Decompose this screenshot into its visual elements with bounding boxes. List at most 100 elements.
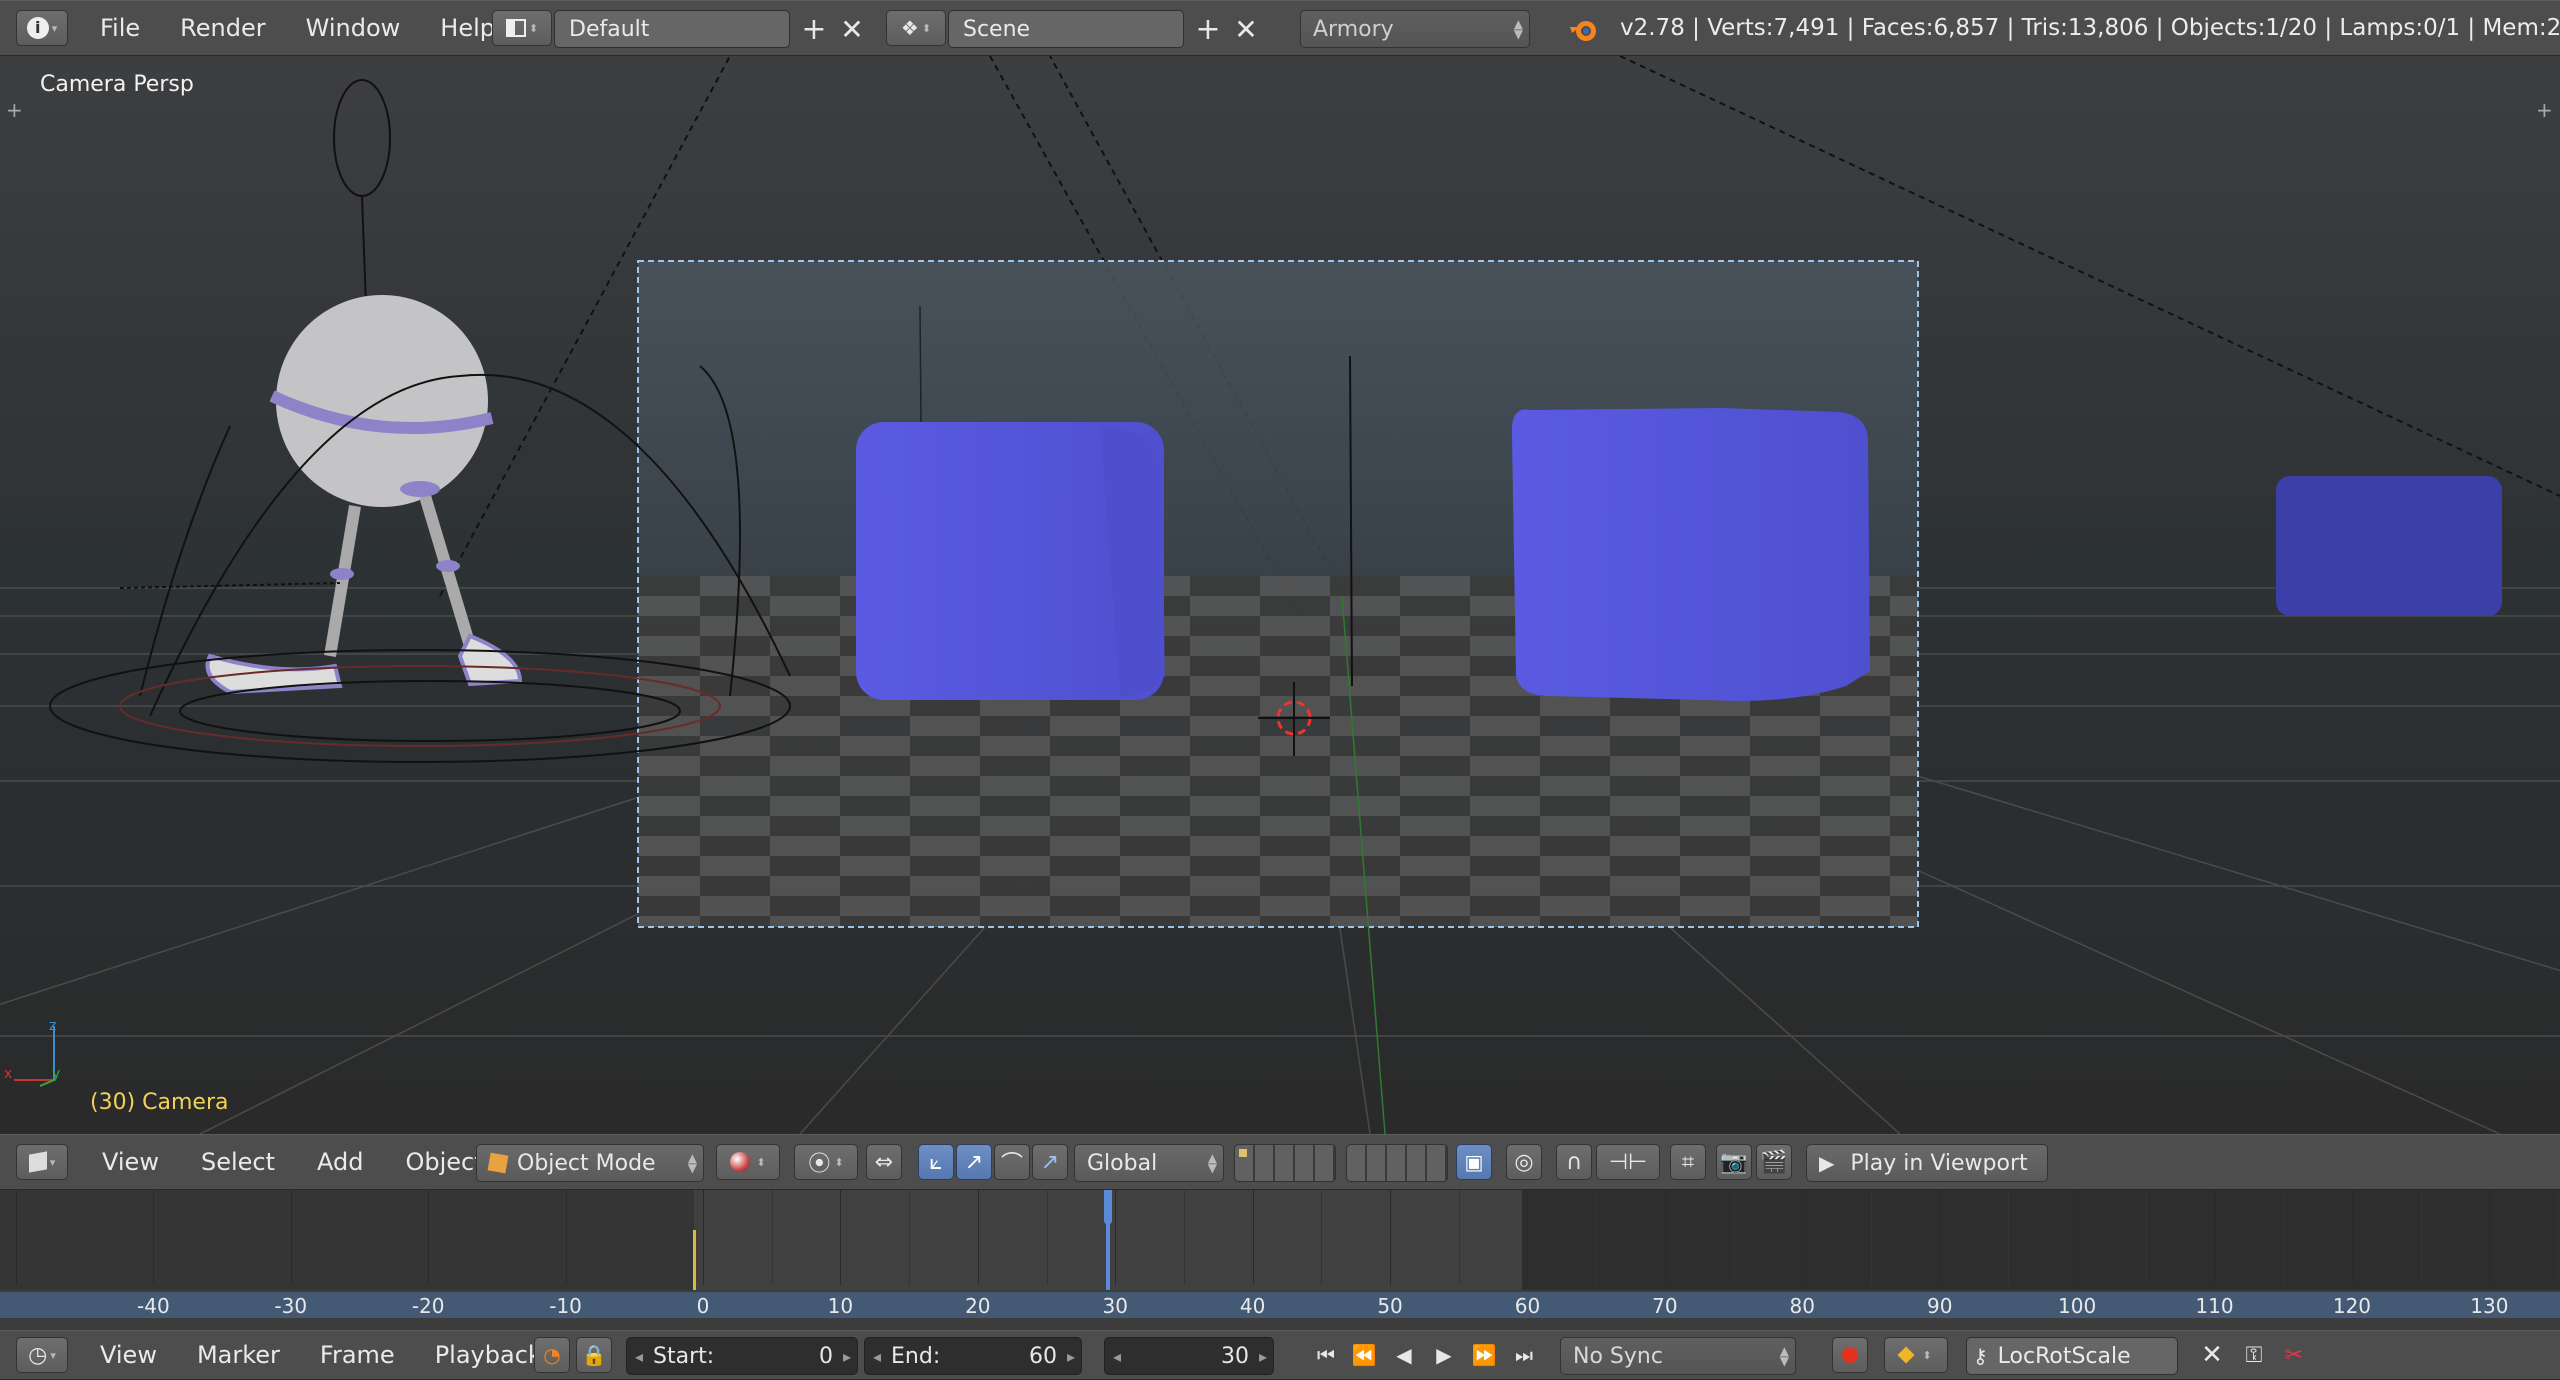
jump-start-icon: ⏮ — [1317, 1343, 1335, 1367]
timeline-area[interactable]: -40 -30 -20 -10 0 10 20 30 40 50 60 70 80 90 100 110 120… — [0, 1190, 2560, 1330]
start-frame-label: Start: — [653, 1343, 715, 1369]
keying-mode-dropdown[interactable]: ⬍ — [1884, 1337, 1948, 1373]
jump-to-end-button[interactable]: ⏭ — [1506, 1337, 1542, 1373]
timeline-tick — [2077, 1190, 2079, 1285]
chevron-right-icon: ▸ — [1066, 1346, 1075, 1366]
axis-label-y: y — [52, 1066, 61, 1082]
viewport-expand-left[interactable]: + — [6, 98, 23, 122]
cube-far — [2276, 476, 2502, 616]
start-frame-field[interactable]: ◂ Start: 0 ▸ — [626, 1337, 858, 1375]
onion-skin-button[interactable]: ⌗ — [1670, 1144, 1706, 1180]
pivot-icon: ⦿ — [808, 1152, 831, 1177]
jump-next-keyframe-button[interactable]: ⏩ — [1466, 1337, 1502, 1373]
menu-window[interactable]: Window — [306, 14, 401, 42]
timeline-tick — [1252, 1190, 1254, 1285]
keying-set-field[interactable]: ⚷ LocRotScale — [1966, 1337, 2178, 1375]
current-frame-indicator-tip — [1104, 1190, 1112, 1224]
play-button[interactable]: ▶ — [1426, 1337, 1462, 1373]
screen-layout-selector[interactable]: ⬍ — [492, 10, 552, 46]
menu-render[interactable]: Render — [180, 14, 265, 42]
menu-object[interactable]: Object — [405, 1148, 483, 1176]
3d-viewport[interactable]: Camera Persp + + (30) Camera x y z — [0, 56, 2560, 1134]
ruler-frame-number: -20 — [411, 1294, 445, 1318]
menu-playback[interactable]: Playback — [435, 1341, 542, 1369]
timeline-tick — [496, 1190, 498, 1285]
current-frame-field[interactable]: ◂ 30 ▸ — [1104, 1337, 1274, 1375]
rewind-icon: ⏪ — [1351, 1343, 1377, 1367]
jump-to-start-button[interactable]: ⏮ — [1308, 1337, 1344, 1373]
timeline-tick — [2420, 1190, 2422, 1285]
sync-mode-dropdown[interactable]: No Sync ▲ ▼ — [1560, 1337, 1796, 1375]
ruler-frame-number: 50 — [1377, 1294, 1403, 1318]
delete-screen-button[interactable]: ✕ — [834, 11, 870, 47]
scene-selector[interactable]: ❖ ⬍ — [886, 10, 946, 46]
timeline-tick — [153, 1190, 155, 1285]
timeline-tick — [1733, 1190, 1735, 1285]
viewport-shading-dropdown[interactable]: ⬍ — [716, 1144, 780, 1180]
ruler-frame-number: 40 — [1239, 1294, 1266, 1318]
menu-add[interactable]: Add — [317, 1148, 363, 1176]
timeline-tick — [1596, 1190, 1598, 1285]
snap-element-dropdown[interactable]: ⊣⊢ — [1596, 1144, 1660, 1180]
menu-view[interactable]: View — [102, 1148, 159, 1176]
record-icon — [1842, 1347, 1858, 1363]
plus-icon: + — [1195, 11, 1221, 47]
render-opengl-image-button[interactable]: 📷 — [1716, 1144, 1752, 1180]
rotate-manipulator-button[interactable]: ↗ — [956, 1144, 992, 1180]
manipulator-toggle-button[interactable]: ⇔ — [866, 1144, 902, 1180]
menu-file[interactable]: File — [100, 14, 140, 42]
editor-type-3dview-button[interactable]: ▾ — [16, 1144, 68, 1180]
add-scene-button[interactable]: + — [1190, 11, 1226, 47]
editor-type-timeline-button[interactable]: ◷ ▾ — [16, 1337, 68, 1373]
render-opengl-animation-button[interactable]: 🎬 — [1756, 1144, 1792, 1180]
interaction-mode-dropdown[interactable]: Object Mode ▲ ▼ — [476, 1144, 704, 1182]
layer-buttons-1[interactable] — [1234, 1144, 1336, 1182]
layer-buttons-2[interactable] — [1346, 1144, 1448, 1182]
manipulator-icon: ⇔ — [874, 1149, 894, 1175]
play-reverse-icon: ◀ — [1396, 1343, 1412, 1367]
editor-type-info-button[interactable]: i ▾ — [16, 10, 68, 46]
timeline-tick — [222, 1190, 224, 1285]
lock-time-range-button[interactable]: 🔒 — [576, 1337, 612, 1373]
delete-scene-button[interactable]: ✕ — [1228, 11, 1264, 47]
scene-field[interactable]: Scene — [948, 10, 1184, 48]
auto-keying-button[interactable] — [1832, 1337, 1868, 1373]
info-icon: i — [26, 17, 49, 39]
transform-orientation-dropdown[interactable]: Global ▲ ▼ — [1074, 1144, 1224, 1182]
snap-toggle-button[interactable]: ∩ — [1556, 1144, 1592, 1180]
translate-manipulator-button[interactable]: ⟀ — [918, 1144, 954, 1180]
shading-sphere-icon — [730, 1152, 751, 1172]
lock-camera-layers-button[interactable]: ▣ — [1456, 1144, 1492, 1180]
play-in-viewport-button[interactable]: ▶ Play in Viewport — [1806, 1144, 2048, 1182]
jump-end-icon: ⏭ — [1515, 1343, 1533, 1367]
play-reverse-button[interactable]: ◀ — [1386, 1337, 1422, 1373]
jump-prev-keyframe-button[interactable]: ⏪ — [1346, 1337, 1382, 1373]
menu-marker[interactable]: Marker — [197, 1341, 280, 1369]
proportional-edit-button[interactable]: ◎ — [1506, 1144, 1542, 1180]
timeline-header: ◷ ▾ View Marker Frame Playback ◔ 🔒 ◂ Sta… — [0, 1330, 2560, 1380]
start-frame-value: 0 — [818, 1343, 833, 1369]
insert-keyframe-button[interactable]: ⚿ — [2236, 1337, 2272, 1373]
menu-help[interactable]: Help — [440, 14, 495, 42]
chevron-left-icon: ◂ — [635, 1346, 644, 1366]
add-screen-button[interactable]: + — [796, 11, 832, 47]
delete-keyframe-button[interactable]: ✂ — [2276, 1337, 2312, 1373]
use-preview-range-button[interactable]: ◔ — [534, 1337, 570, 1373]
lock-icon: 🔒 — [581, 1343, 607, 1367]
transform-orientation-icon-button[interactable]: ↗ — [1032, 1144, 1068, 1180]
menu-frame[interactable]: Frame — [320, 1341, 395, 1369]
ruler-frame-number: 20 — [965, 1294, 991, 1318]
end-frame-field[interactable]: ◂ End: 60 ▸ — [864, 1337, 1082, 1375]
render-engine-dropdown[interactable]: Armory ▲ ▼ — [1300, 10, 1530, 48]
pivot-point-dropdown[interactable]: ⦿ ⬍ — [794, 1144, 858, 1180]
layers-lock-icon: ▣ — [1464, 1150, 1484, 1174]
scale-manipulator-button[interactable]: ⌒ — [994, 1144, 1030, 1180]
menu-view[interactable]: View — [100, 1341, 157, 1369]
close-icon: ✕ — [2201, 1340, 2223, 1370]
camera-icon: 📷 — [1720, 1149, 1748, 1175]
menu-select[interactable]: Select — [201, 1148, 275, 1176]
screen-layout-field[interactable]: Default — [554, 10, 790, 48]
viewport-expand-right[interactable]: + — [2536, 98, 2553, 122]
timeline-tick — [2283, 1190, 2285, 1285]
clear-keying-set-button[interactable]: ✕ — [2194, 1337, 2230, 1373]
